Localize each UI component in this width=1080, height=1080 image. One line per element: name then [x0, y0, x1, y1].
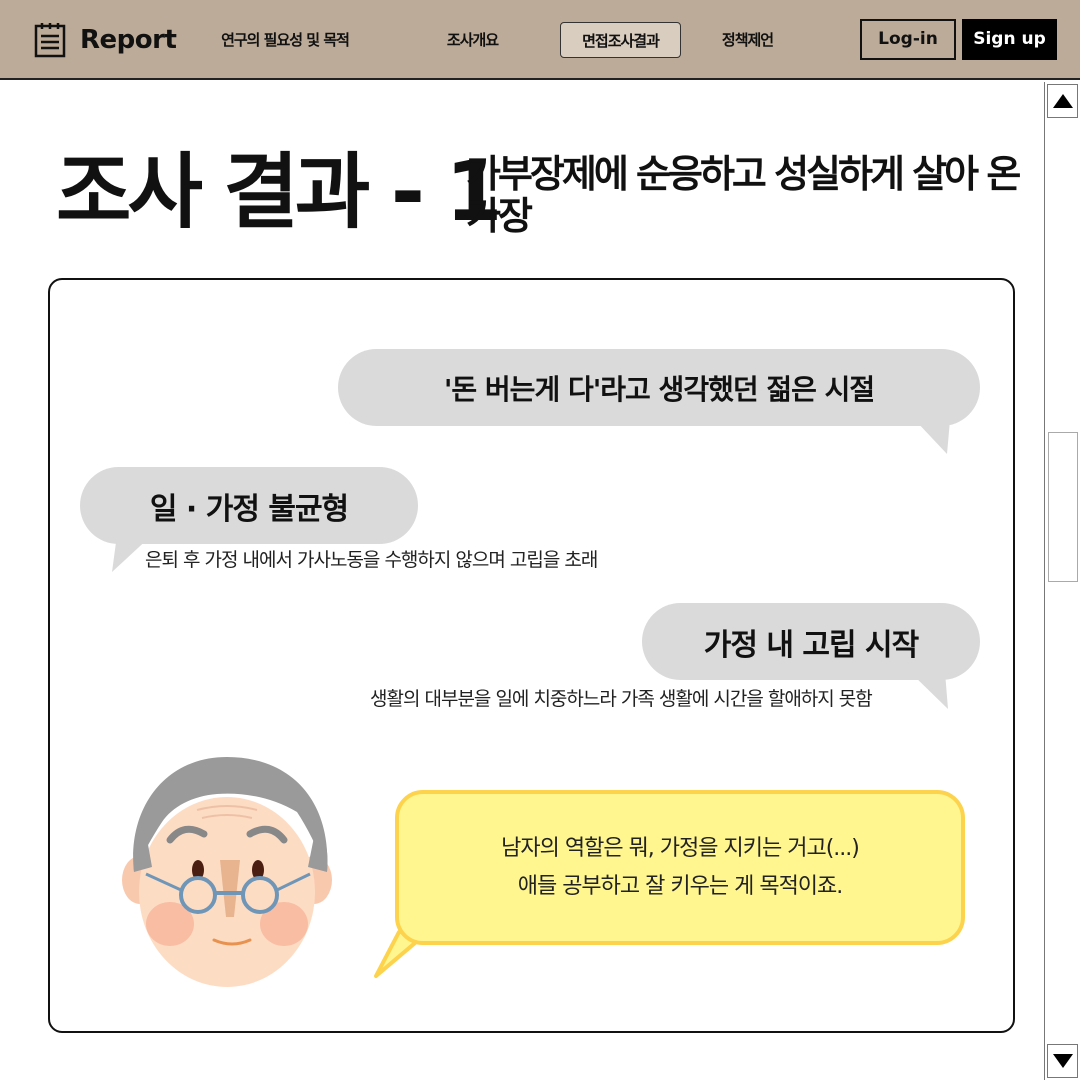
quote-line: 애들 공부하고 잘 키우는 게 목적이죠.	[517, 873, 844, 899]
nav-policy-proposal[interactable]: 정책제언	[705, 22, 790, 58]
speech-bubble-work-life-imbalance: 일 · 가정 불균형	[80, 467, 418, 544]
triangle-down-icon	[1052, 1054, 1073, 1068]
nav-survey-overview[interactable]: 조사개요	[425, 22, 520, 58]
page-title: 조사 결과 - 1	[56, 145, 502, 240]
signup-button[interactable]: Sign up	[962, 19, 1057, 60]
notepad-icon	[34, 23, 66, 58]
scroll-up-button[interactable]	[1047, 84, 1078, 118]
nav-research-purpose[interactable]: 연구의 필요성 및 목적	[200, 22, 370, 58]
scrollbar-thumb[interactable]	[1048, 432, 1078, 582]
bubble-description: 은퇴 후 가정 내에서 가사노동을 수행하지 않으며 고립을 초래	[145, 549, 598, 571]
speech-bubble-young-days: '돈 버는게 다'라고 생각했던 젊은 시절	[338, 349, 980, 426]
speech-bubble-isolation-start: 가정 내 고립 시작	[642, 603, 980, 680]
interview-quote-bubble: 남자의 역할은 뭐, 가정을 지키는 거고(...) 애들 공부하고 잘 키우는…	[395, 790, 965, 945]
logo[interactable]: Report	[34, 20, 177, 60]
quote-line: 남자의 역할은 뭐, 가정을 지키는 거고(...)	[501, 835, 860, 861]
logo-text: Report	[80, 25, 177, 55]
triangle-up-icon	[1052, 94, 1073, 108]
bubble-description: 생활의 대부분을 일에 치중하느라 가족 생활에 시간을 할애하지 못함	[370, 688, 873, 710]
page-subtitle: 가부장제에 순응하고 성실하게 살아 온 가장	[466, 152, 1021, 238]
top-navigation-bar: Report 연구의 필요성 및 목적 조사개요 면접조사결과 정책제언 Log…	[0, 0, 1080, 80]
elderly-man-face-icon	[122, 757, 332, 987]
scroll-down-button[interactable]	[1047, 1044, 1078, 1078]
login-button[interactable]: Log-in	[860, 19, 956, 60]
nav-interview-results[interactable]: 면접조사결과	[560, 22, 681, 58]
vertical-scrollbar[interactable]	[1044, 82, 1080, 1080]
